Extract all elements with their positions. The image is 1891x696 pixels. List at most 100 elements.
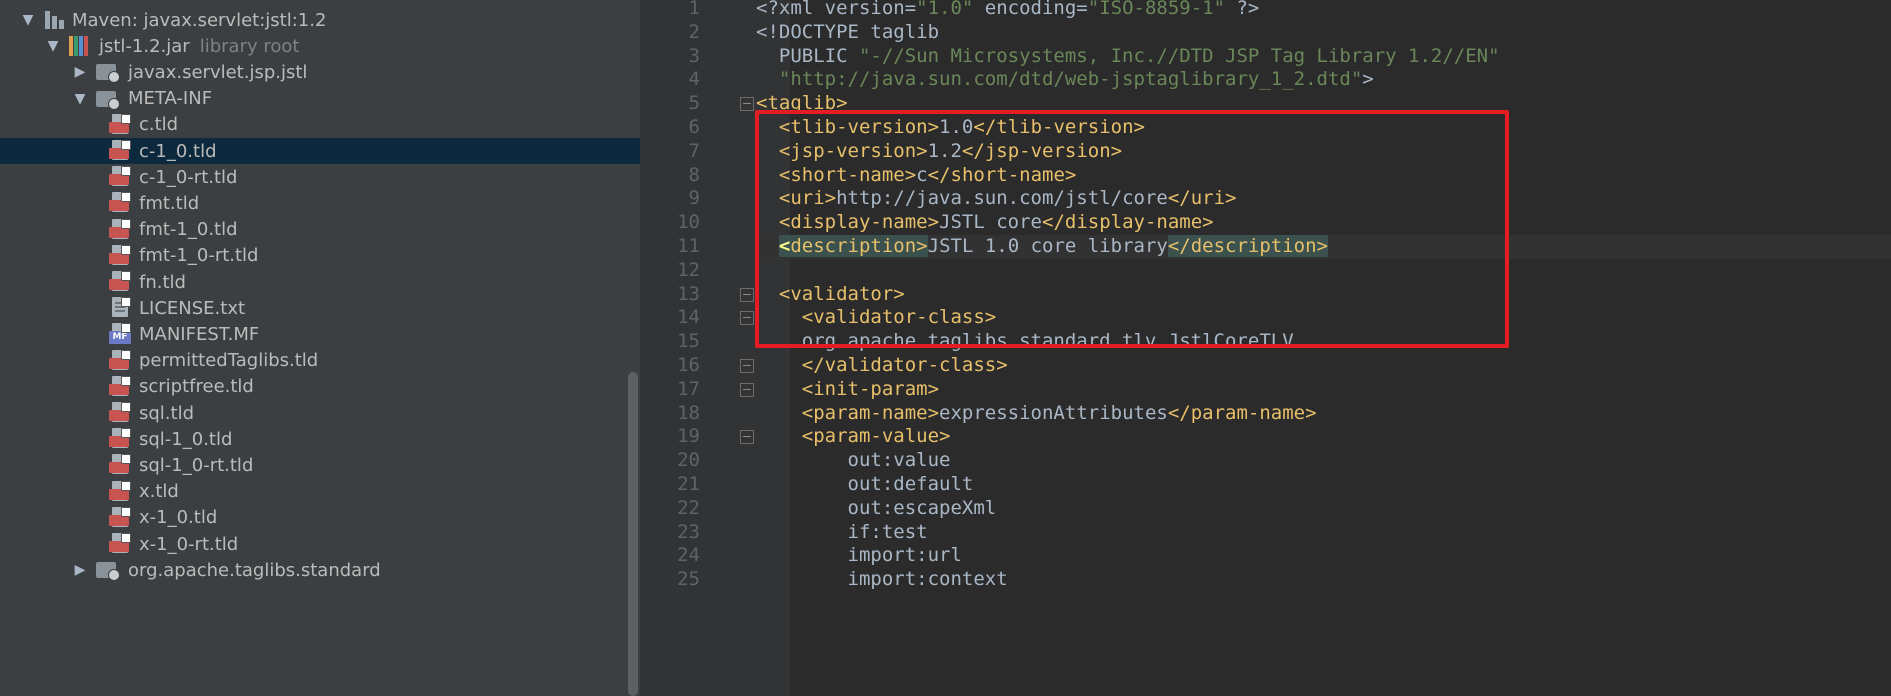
code-line[interactable]: <?xml version="1.0" encoding="ISO-8859-1… (756, 0, 1891, 21)
line-number: 20 (677, 449, 700, 472)
tree-row-label: c.tld (139, 114, 179, 136)
line-number: 5 (688, 92, 700, 115)
fold-marker-icon[interactable] (740, 359, 754, 373)
tree-row-label: fmt-1_0.tld (139, 219, 238, 241)
tree-row-label: x-1_0.tld (139, 507, 218, 529)
line-number: 22 (677, 496, 700, 519)
tld-file-icon (109, 113, 131, 136)
tree-row-label: fn.tld (139, 271, 186, 293)
tld-file-icon (109, 140, 131, 162)
tree-row[interactable]: sql.tld (0, 400, 640, 426)
tree-row-label: scriptfree.tld (139, 376, 254, 398)
code-token: "ISO-8859-1" (1087, 0, 1226, 19)
code-line[interactable]: </validator-class> (756, 354, 1891, 378)
tree-row[interactable]: ▶ javax.servlet.jsp.jstl (0, 59, 640, 85)
fold-marker-icon[interactable] (740, 430, 754, 445)
expand-arrow-icon[interactable]: ▼ (43, 38, 63, 54)
code-line[interactable]: out:value (756, 449, 1891, 473)
code-token: out:escapeXml (756, 496, 997, 519)
code-line[interactable]: out:default (756, 473, 1891, 497)
project-tree-panel[interactable]: ▼ Maven: javax.servlet:jstl:1.2 ▼ jstl-1.2.… (0, 0, 640, 696)
code-line[interactable]: <param-value> (756, 425, 1891, 449)
tree-row-label: x.tld (139, 481, 179, 503)
code-token: "-//Sun Microsystems, Inc.//DTD JSP Tag … (858, 44, 1500, 67)
fold-marker-icon[interactable] (740, 287, 754, 302)
tree-row[interactable]: c-1_0.tld (0, 138, 640, 165)
code-token: expressionAttributes (939, 401, 1168, 424)
tree-row[interactable]: fmt-1_0.tld (0, 217, 640, 243)
tree-row-label: c-1_0-rt.tld (139, 166, 238, 188)
tree-row-label: MANIFEST.MF (139, 323, 260, 345)
tree-row[interactable]: sql-1_0.tld (0, 426, 640, 452)
code-line[interactable]: if:test (756, 521, 1891, 545)
code-token: > (1362, 68, 1374, 91)
code-line[interactable]: out:escapeXml (756, 497, 1891, 521)
code-area[interactable]: <?xml version="1.0" encoding="ISO-8859-1… (756, 0, 1891, 696)
tree-row[interactable]: c-1_0-rt.tld (0, 164, 640, 190)
module-icon (44, 11, 64, 30)
line-number: 12 (677, 258, 700, 281)
line-number: 25 (677, 568, 700, 591)
line-number: 2 (688, 20, 700, 43)
line-number: 16 (677, 354, 700, 376)
fold-marker-icon[interactable] (740, 311, 754, 326)
tld-file-icon (109, 192, 131, 214)
collapse-arrow-icon[interactable]: ▶ (70, 562, 90, 578)
manifest-file-icon: MF (109, 323, 131, 345)
code-token: encoding= (973, 0, 1088, 19)
code-line[interactable]: <init-param> (756, 378, 1891, 402)
tree-row-label: LICENSE.txt (139, 297, 246, 319)
fold-marker-icon[interactable] (740, 382, 754, 397)
tld-file-icon (109, 349, 131, 372)
line-number: 11 (677, 235, 700, 257)
tree-row-label: org.apache.taglibs.standard (128, 559, 381, 581)
tree-row[interactable]: x-1_0-rt.tld (0, 531, 640, 557)
tree-row[interactable]: x.tld (0, 479, 640, 505)
tree-row[interactable]: LICENSE.txt (0, 295, 640, 321)
code-line[interactable]: import:context (756, 568, 1891, 592)
code-token: out:value (756, 449, 951, 472)
tree-row[interactable]: c.tld (0, 112, 640, 138)
tree-row-label: javax.servlet.jsp.jstl (128, 61, 308, 83)
tree-row[interactable]: sql-1_0-rt.tld (0, 452, 640, 478)
tree-row[interactable]: fmt.tld (0, 190, 640, 216)
code-token: <init-param> (801, 377, 940, 400)
line-number: 17 (677, 377, 700, 400)
project-tree-scrollbar[interactable] (628, 372, 638, 696)
tree-row[interactable]: ▼ jstl-1.2.jar library root (0, 33, 640, 59)
tree-row[interactable]: permittedTaglibs.tld (0, 348, 640, 374)
tree-row[interactable]: ▼ META-INF (0, 86, 640, 112)
tree-row[interactable]: x-1_0.tld (0, 505, 640, 531)
code-token: import:context (756, 568, 1008, 591)
code-line[interactable]: <param-name>expressionAttributes</param-… (756, 402, 1891, 426)
expand-arrow-icon[interactable]: ▼ (18, 12, 38, 28)
code-line[interactable]: <!DOCTYPE taglib (756, 21, 1891, 45)
package-icon (96, 560, 120, 582)
code-token: </validator-class> (801, 354, 1008, 376)
code-line[interactable]: PUBLIC "-//Sun Microsystems, Inc.//DTD J… (756, 45, 1891, 69)
collapse-arrow-icon[interactable]: ▶ (70, 64, 90, 80)
tree-row[interactable]: fmt-1_0-rt.tld (0, 243, 640, 269)
fold-marker-icon[interactable] (740, 97, 754, 112)
tree-row-label: c-1_0.tld (139, 140, 217, 162)
tree-row[interactable]: fn.tld (0, 269, 640, 295)
tree-row[interactable]: ▼ Maven: javax.servlet:jstl:1.2 (0, 7, 640, 33)
code-line[interactable]: import:url (756, 544, 1891, 568)
tree-row-label: x-1_0-rt.tld (139, 533, 239, 555)
tree-row[interactable]: MF MANIFEST.MF (0, 321, 640, 347)
line-number: 8 (688, 163, 700, 186)
tld-file-icon (109, 402, 131, 424)
code-editor[interactable]: 1 2 3 4 5 6 7 8 9 10 11 12 13 14 15 16 17 18 19 20 21 22 23 24 2… (640, 0, 1891, 696)
tree-row[interactable]: ▶ org.apache.taglibs.standard (0, 557, 640, 583)
line-number: 15 (677, 330, 700, 353)
code-token: "1.0" (916, 0, 974, 19)
code-token: import:url (756, 544, 962, 567)
code-line[interactable]: "http://java.sun.com/dtd/web-jsptaglibra… (756, 68, 1891, 92)
expand-arrow-icon[interactable]: ▼ (70, 91, 90, 107)
line-number: 14 (677, 306, 700, 329)
code-token: <param-value> (801, 425, 951, 448)
code-token: PUBLIC (756, 44, 859, 67)
tree-row[interactable]: scriptfree.tld (0, 374, 640, 400)
